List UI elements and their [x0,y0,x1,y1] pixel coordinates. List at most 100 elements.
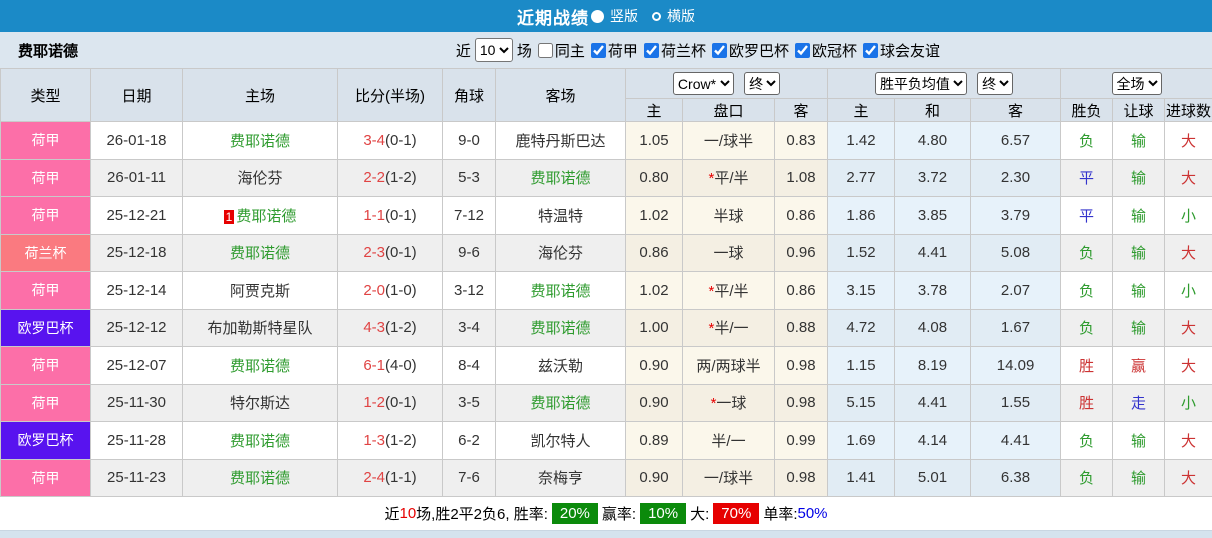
away-team-name[interactable]: 费耶诺德 [530,320,590,337]
home-team-name[interactable]: 费耶诺德 [230,358,290,375]
home-team[interactable]: 费耶诺德 [182,458,338,497]
home-team-name[interactable]: 海伦芬 [237,170,282,187]
home-team-name[interactable]: 阿贾克斯 [230,283,290,300]
away-team-name[interactable]: 鹿特丹斯巴达 [515,133,605,150]
period-header-group: 全场 [1060,68,1212,99]
match-date: 26-01-11 [90,158,183,197]
handicap-result-cell: 赢 [1112,346,1166,385]
home-team[interactable]: 海伦芬 [182,158,338,197]
odds-home: 1.02 [625,196,683,235]
away-team[interactable]: 费耶诺德 [495,271,626,310]
corner-score: 3-5 [442,383,496,422]
odds-home: 1.02 [625,271,683,310]
home-team[interactable]: 费耶诺德 [182,233,338,272]
vertical-radio-label[interactable]: 竖版 [610,6,638,26]
fulltime-score: 1-3 [363,431,385,449]
away-team[interactable]: 奈梅亨 [495,458,626,497]
handicap-result-cell: 输 [1112,308,1166,347]
away-team-name[interactable]: 凯尔特人 [530,433,590,450]
match-score: 2-4(1-1) [337,458,443,497]
same-home-filter[interactable]: 同主 [532,40,585,61]
handicap-result-cell: 输 [1112,158,1166,197]
handicap-result-cell: 走 [1112,383,1166,422]
away-team-name[interactable]: 海伦芬 [538,245,583,262]
goals-cell: 大 [1164,233,1212,272]
away-team[interactable]: 特温特 [495,196,626,235]
europe-odds-select[interactable]: 胜平负均值 [874,72,967,95]
odds-away: 0.83 [773,121,829,160]
league-filter-2[interactable]: 欧罗巴杯 [706,40,789,61]
league-filter-0[interactable]: 荷甲 [585,40,638,61]
horizontal-radio-label[interactable]: 横版 [667,6,695,26]
home-team[interactable]: 费耶诺德 [182,421,338,460]
single-rate-value: 50% [797,505,828,522]
eu-away: 1.55 [970,383,1062,422]
match-score: 2-0(1-0) [337,271,443,310]
odds-home: 0.86 [625,233,683,272]
home-team[interactable]: 费耶诺德 [182,121,338,160]
eu-draw: 4.41 [894,383,972,422]
col-goals: 进球数 [1164,98,1212,122]
match-date: 25-12-14 [90,271,183,310]
home-team-name[interactable]: 费耶诺德 [230,133,290,150]
away-team-name[interactable]: 费耶诺德 [530,395,590,412]
table-row: 荷甲 25-12-14 阿贾克斯 2-0(1-0) 3-12 费耶诺德 1.02… [0,271,1212,310]
bookmaker-time-select[interactable]: 终 [744,72,781,95]
league-checkbox-0[interactable] [590,42,606,58]
home-team-name[interactable]: 布加勒斯特星队 [207,320,312,337]
odds-home: 0.90 [625,346,683,385]
home-team[interactable]: 布加勒斯特星队 [182,308,338,347]
goals-cell: 大 [1164,421,1212,460]
horizontal-radio[interactable] [652,11,661,21]
away-team-name[interactable]: 费耶诺德 [530,170,590,187]
league-checkbox-4[interactable] [862,42,878,58]
home-team-name[interactable]: 费耶诺德 [230,433,290,450]
summary-record: 场,胜2平2负6, 胜率: [416,506,548,523]
home-team[interactable]: 阿贾克斯 [182,271,338,310]
away-team-name[interactable]: 奈梅亨 [538,470,583,487]
vertical-radio[interactable] [591,9,604,23]
home-team-name[interactable]: 费耶诺德 [236,208,296,225]
home-team[interactable]: 特尔斯达 [182,383,338,422]
away-team-name[interactable]: 兹沃勒 [538,358,583,375]
bookmaker-select[interactable]: Crow* [672,72,734,95]
league-filter-3[interactable]: 欧冠杯 [789,40,857,61]
away-team[interactable]: 凯尔特人 [495,421,626,460]
match-score: 1-3(1-2) [337,421,443,460]
eu-home: 3.15 [827,271,896,310]
table-row: 荷甲 25-12-21 1 费耶诺德 1-1(0-1) 7-12 特温特 1.02… [0,196,1212,235]
home-team[interactable]: 1 费耶诺德 [182,196,338,235]
league-checkbox-2[interactable] [711,42,727,58]
league-checkbox-1[interactable] [643,42,659,58]
goals-cell: 小 [1164,271,1212,310]
europe-time-select[interactable]: 终 [977,72,1014,95]
league-badge: 荷甲 [0,121,91,160]
home-team-name[interactable]: 费耶诺德 [230,470,290,487]
period-select[interactable]: 全场 [1111,72,1162,95]
home-team-name[interactable]: 特尔斯达 [230,395,290,412]
away-team[interactable]: 费耶诺德 [495,308,626,347]
same-home-checkbox[interactable] [537,42,553,58]
match-score: 2-2(1-2) [337,158,443,197]
league-filter-4[interactable]: 球会友谊 [857,40,940,61]
away-team[interactable]: 鹿特丹斯巴达 [495,121,626,160]
league-checkbox-3[interactable] [794,42,810,58]
away-team[interactable]: 费耶诺德 [495,158,626,197]
col-result: 胜负 [1060,98,1114,122]
home-team[interactable]: 费耶诺德 [182,346,338,385]
fulltime-score: 6-1 [363,356,385,374]
away-team[interactable]: 海伦芬 [495,233,626,272]
away-team[interactable]: 兹沃勒 [495,346,626,385]
eu-home: 1.42 [827,121,896,160]
home-team-name[interactable]: 费耶诺德 [230,245,290,262]
away-team-name[interactable]: 特温特 [538,208,583,225]
eu-draw: 4.08 [894,308,972,347]
away-team-name[interactable]: 费耶诺德 [530,283,590,300]
odds-home: 0.80 [625,158,683,197]
league-filter-1[interactable]: 荷兰杯 [638,40,706,61]
away-team[interactable]: 费耶诺德 [495,383,626,422]
odds-handicap: 两/两球半 [682,346,775,385]
eu-away: 6.57 [970,121,1062,160]
handicap-text: 一球 [716,395,747,413]
recent-count-select[interactable]: 10 [474,38,513,62]
